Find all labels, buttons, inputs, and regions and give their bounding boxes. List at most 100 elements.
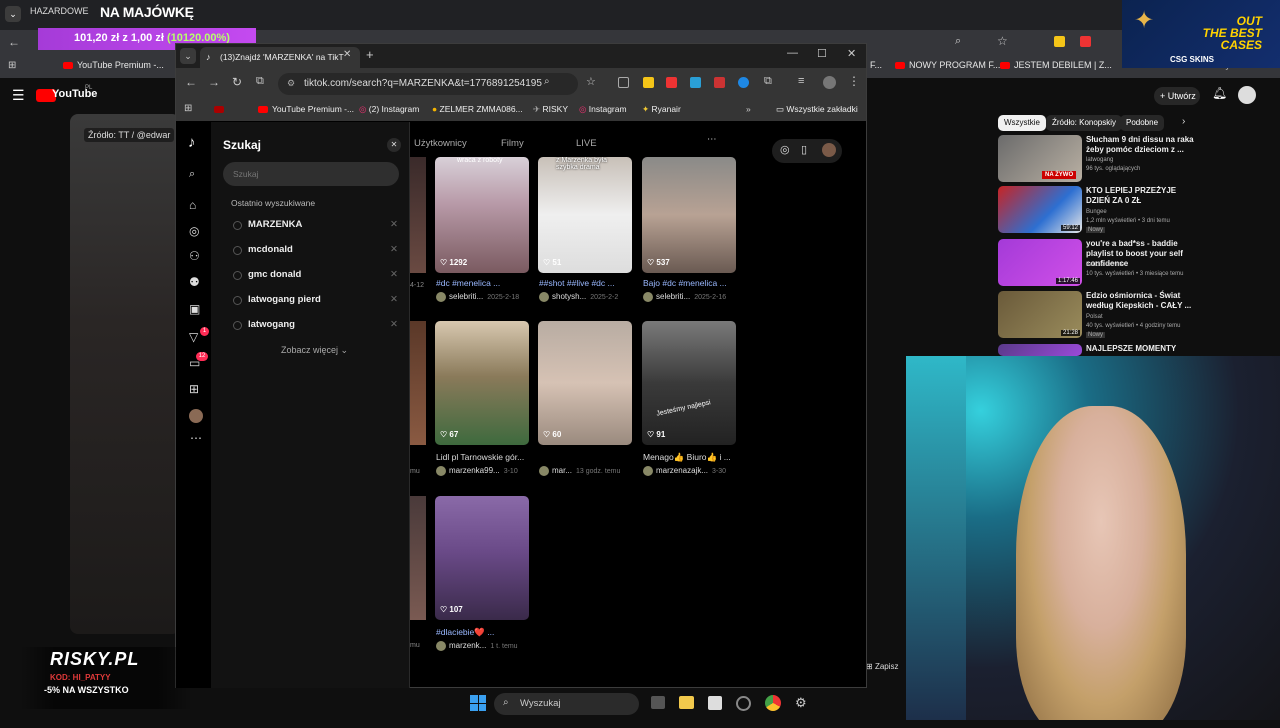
compass-icon[interactable]: ◎ xyxy=(780,143,790,156)
browser-tab[interactable]: ♪ (13)Znajdź 'MARZENKA' na TikT xyxy=(200,47,360,68)
menu-icon[interactable]: ☰ xyxy=(12,87,25,104)
star-icon[interactable]: ☆ xyxy=(997,34,1008,48)
partial-video-thumbnail[interactable] xyxy=(410,321,426,445)
forward-icon[interactable]: → xyxy=(208,75,220,89)
bookmark-risky[interactable]: ✈ RISKY xyxy=(533,104,568,115)
remove-icon[interactable]: ✕ xyxy=(390,319,398,330)
video-card[interactable]: wraca z roboty ♡ 1292 xyxy=(435,157,529,273)
more-tabs-icon[interactable]: ⋯ xyxy=(707,134,717,145)
bookmark[interactable] xyxy=(214,104,228,114)
back-icon[interactable]: ← xyxy=(185,75,197,89)
tab-live[interactable]: LIVE xyxy=(576,138,597,149)
explore-icon[interactable]: ◎ xyxy=(189,224,199,238)
more-icon[interactable]: ⋯ xyxy=(190,431,202,445)
hazard-tab-label[interactable]: HAZARDOWE xyxy=(30,6,89,16)
see-more-button[interactable]: Zobacz więcej ⌄ xyxy=(281,345,348,356)
tab-list-button[interactable]: ⌄ xyxy=(5,6,21,22)
bookmark-jestem-debilem[interactable]: JESTEM DEBILEM | Z... xyxy=(1000,60,1112,70)
chrome-icon[interactable] xyxy=(765,695,781,711)
extension-icon[interactable] xyxy=(643,77,654,88)
bookmark-instagram[interactable]: ◎ Instagram xyxy=(579,104,627,115)
related-video[interactable]: NA ŻYWO Słucham 9 dni dissu na raka żeby… xyxy=(998,135,1208,185)
store-icon[interactable] xyxy=(708,696,722,710)
extension-icon[interactable] xyxy=(618,77,629,88)
video-caption[interactable]: #dc #menelica ... xyxy=(436,278,532,288)
url-bar[interactable]: ⚙ tiktok.com/search?q=MARZENKA&t=1776891… xyxy=(278,73,578,95)
extension-icon[interactable] xyxy=(1054,36,1065,47)
bookmarks-overflow-icon[interactable]: » xyxy=(746,104,751,114)
remove-icon[interactable]: ✕ xyxy=(390,244,398,255)
bookmark-f[interactable]: F... xyxy=(870,60,882,70)
remove-icon[interactable]: ✕ xyxy=(390,269,398,280)
bookmark-zelmer[interactable]: ● ZELMER ZMMA086... xyxy=(432,104,523,114)
related-video[interactable]: NAJLEPSZE MOMENTY xyxy=(998,344,1208,356)
history-item[interactable]: gmc donald ✕ xyxy=(233,269,398,287)
task-view-icon[interactable] xyxy=(651,696,665,709)
reload-icon[interactable]: ↻ xyxy=(232,75,242,89)
profile-avatar[interactable] xyxy=(823,76,836,89)
chip-similar[interactable]: Podobne xyxy=(1120,115,1165,131)
video-card[interactable]: ♡ 60 xyxy=(538,321,632,445)
tab-close-icon[interactable]: ✕ xyxy=(343,49,351,60)
video-card[interactable]: Jesteśmy najlepsi ♡ 91 xyxy=(642,321,736,445)
extension-icon[interactable] xyxy=(714,77,725,88)
video-card[interactable]: z Marzenka była szybka drama ♡ 51 xyxy=(538,157,632,273)
bookmark-instagram-2[interactable]: ◎ (2) Instagram xyxy=(359,104,419,115)
extension-icon[interactable] xyxy=(738,77,749,88)
related-video[interactable]: 59:12 KTO LEPIEJ PRZEŻYJE DZIEŃ ZA 0 ZŁ … xyxy=(998,186,1208,236)
search-input[interactable] xyxy=(223,162,399,186)
video-card[interactable]: ♡ 107 xyxy=(435,496,529,620)
video-meta[interactable]: marzenka99... 3-10 xyxy=(436,466,534,476)
video-meta[interactable]: mar... 13 godz. temu xyxy=(539,466,637,476)
bookmark-youtube-premium[interactable]: YouTube Premium -... xyxy=(63,60,164,70)
friends-icon[interactable]: ⚉ xyxy=(189,275,200,289)
apps-grid-icon[interactable]: ⊞ xyxy=(8,60,16,71)
search-icon[interactable]: ⌕ xyxy=(544,76,550,87)
profile-avatar[interactable] xyxy=(189,409,203,423)
video-meta[interactable]: marzenazajk... 3-30 xyxy=(643,466,741,476)
save-button[interactable]: ⊞ Zapisz xyxy=(866,658,906,676)
maximize-icon[interactable]: ☐ xyxy=(817,47,827,60)
video-meta[interactable]: shotysh... 2025-2-2 xyxy=(539,292,637,302)
phone-icon[interactable]: ▯ xyxy=(801,143,807,156)
more-menu-icon[interactable]: ⋮ xyxy=(848,74,860,88)
chip-source[interactable]: Źródło: Konopskiy xyxy=(1046,115,1123,131)
close-window-icon[interactable]: ✕ xyxy=(847,47,856,60)
history-item[interactable]: mcdonald ✕ xyxy=(233,244,398,262)
history-item[interactable]: latwogang pierd ✕ xyxy=(233,294,398,312)
history-item[interactable]: latwogang ✕ xyxy=(233,319,398,337)
tiktok-logo-icon[interactable]: ♪ xyxy=(188,134,196,151)
video-card[interactable]: ♡ 537 xyxy=(642,157,736,273)
chevron-right-icon[interactable]: › xyxy=(1182,116,1185,127)
inbox-icon[interactable]: ▽ xyxy=(189,330,198,344)
youtube-video-player[interactable] xyxy=(70,114,180,634)
minimize-icon[interactable]: — xyxy=(787,47,798,59)
bookmark-youtube-premium[interactable]: YouTube Premium -... xyxy=(258,104,354,114)
extension-icon[interactable] xyxy=(690,77,701,88)
profile-avatar[interactable] xyxy=(822,143,836,157)
video-caption[interactable]: Lidl pl Tarnowskie gór... xyxy=(436,452,532,462)
bookmark-all[interactable]: ▭ Wszystkie zakładki xyxy=(776,104,858,115)
video-card[interactable]: ♡ 67 xyxy=(435,321,529,445)
apps-grid-icon[interactable]: ⊞ xyxy=(184,103,192,114)
video-caption[interactable]: Bajo #dc #menelica ... xyxy=(643,278,739,288)
related-video[interactable]: 1:17:46 you're a bad*ss - baddie playlis… xyxy=(998,239,1208,289)
bookmark-nowy-program[interactable]: NOWY PROGRAM F... xyxy=(895,60,1000,70)
avatar[interactable] xyxy=(1238,86,1256,104)
side-panel-icon[interactable]: ⧉ xyxy=(256,75,264,88)
start-icon[interactable] xyxy=(470,695,486,711)
video-meta[interactable]: selebriti... 2025-2-18 xyxy=(436,292,534,302)
chip-all[interactable]: Wszystkie xyxy=(998,115,1046,131)
related-video[interactable]: 21:28 Edzio ośmiornica - Świat według Ki… xyxy=(998,291,1208,341)
following-icon[interactable]: ⚇ xyxy=(189,249,200,263)
remove-icon[interactable]: ✕ xyxy=(390,294,398,305)
bell-icon[interactable]: 🔔︎ xyxy=(1212,86,1227,100)
tab-users[interactable]: Użytkownicy xyxy=(414,138,467,149)
bookmark-ryanair[interactable]: ✦ Ryanair xyxy=(642,104,681,115)
create-button[interactable]: + Utwórz xyxy=(1154,87,1200,105)
new-tab-button[interactable]: + xyxy=(366,47,374,62)
upload-icon[interactable]: ⊞ xyxy=(189,382,199,396)
partial-video-thumbnail[interactable] xyxy=(410,496,426,620)
media-icon[interactable]: ≡ xyxy=(798,75,804,87)
site-info-icon[interactable]: ⚙ xyxy=(287,78,295,89)
